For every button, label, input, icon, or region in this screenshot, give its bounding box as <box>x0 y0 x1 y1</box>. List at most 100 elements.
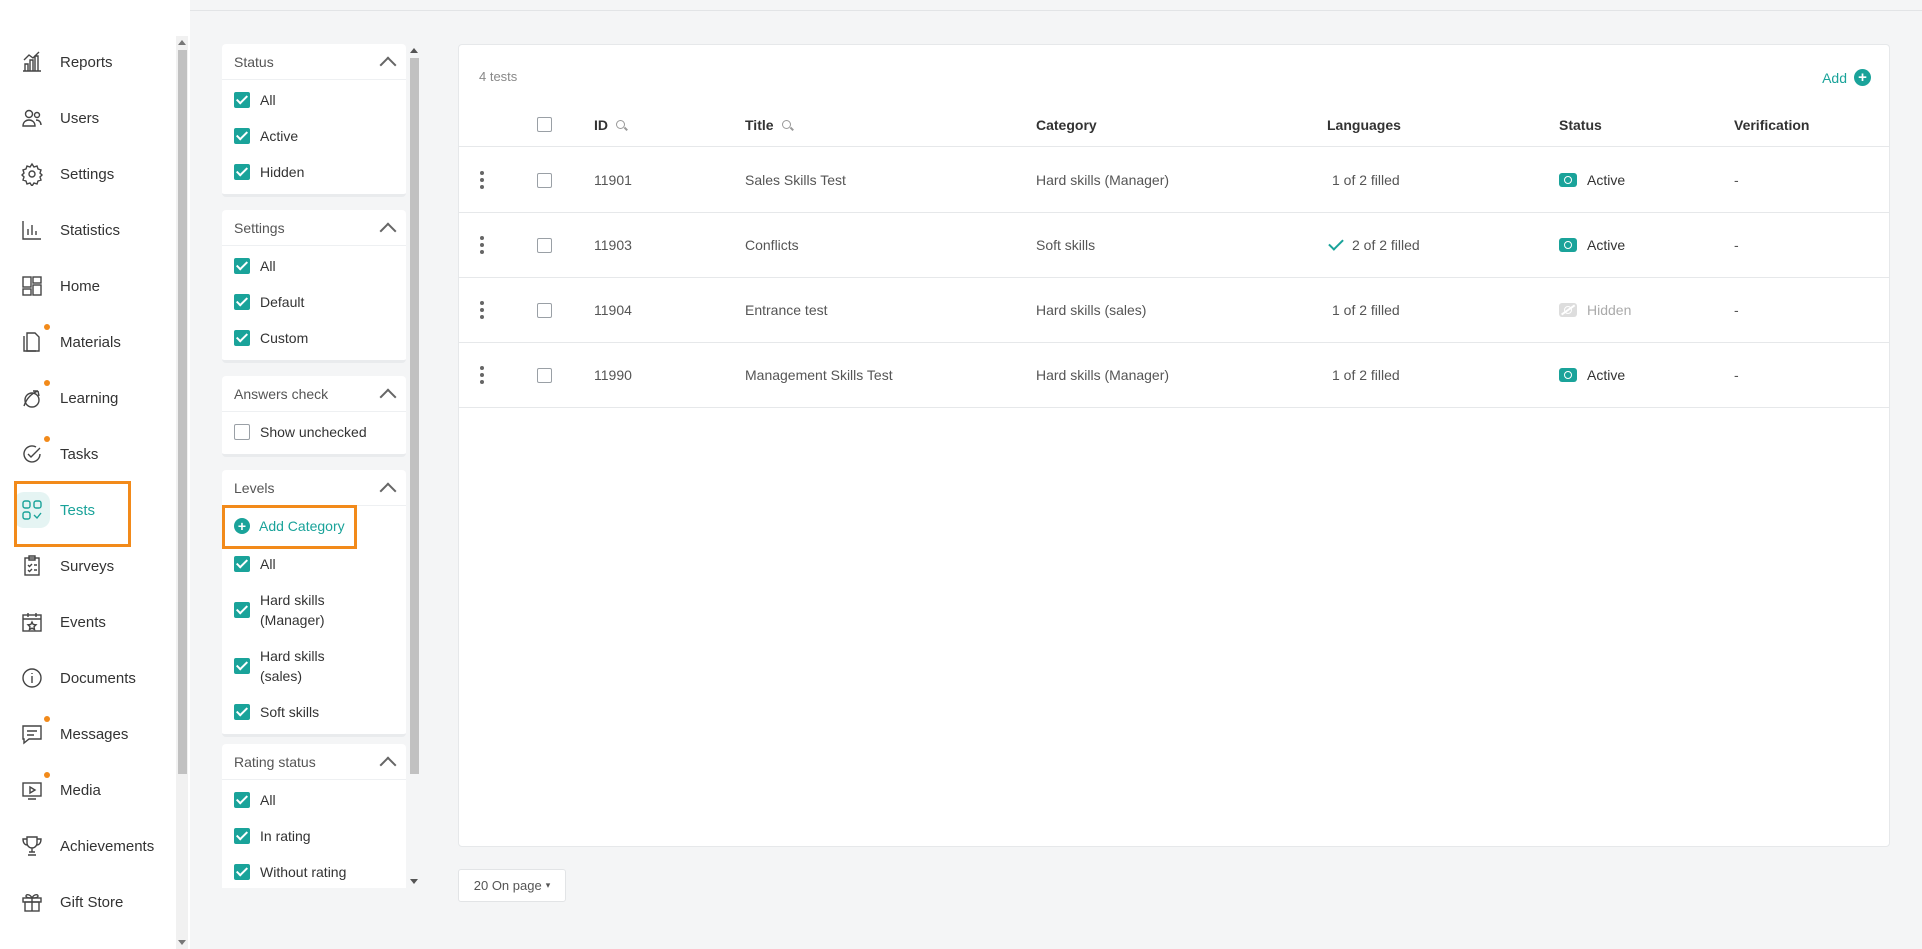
filter-option[interactable]: All <box>222 82 406 118</box>
table-header: ID Title Category Languages Status Verif… <box>459 103 1889 147</box>
column-header-title[interactable]: Title <box>745 103 791 146</box>
checkbox-checked[interactable] <box>234 658 250 674</box>
row-checkbox[interactable] <box>537 367 552 383</box>
row-checkbox[interactable] <box>537 237 552 253</box>
filter-option-label: All <box>260 792 276 808</box>
column-header-id[interactable]: ID <box>594 103 625 146</box>
filter-header[interactable]: Levels <box>222 470 406 506</box>
row-menu-icon[interactable] <box>477 236 487 254</box>
chevron-up-icon[interactable] <box>379 222 397 239</box>
checkbox-checked[interactable] <box>234 92 250 108</box>
sidebar-item-tasks[interactable]: Tasks <box>14 430 174 478</box>
row-title[interactable]: Management Skills Test <box>745 343 893 407</box>
table-row[interactable]: 11901 Sales Skills Test Hard skills (Man… <box>459 148 1889 213</box>
sidebar-item-media[interactable]: Media <box>14 766 174 814</box>
filter-option-label: All <box>260 92 276 108</box>
checkbox-checked[interactable] <box>234 828 250 844</box>
checkbox-unchecked[interactable] <box>234 424 250 440</box>
sidebar-item-documents[interactable]: Documents <box>14 654 174 702</box>
sidebar-item-learning[interactable]: Learning <box>14 374 174 422</box>
filter-header[interactable]: Settings <box>222 210 406 246</box>
select-all-checkbox[interactable] <box>537 117 552 132</box>
sidebar-item-settings[interactable]: Settings <box>14 150 174 198</box>
sidebar-item-users[interactable]: Users <box>14 94 174 142</box>
statistics-icon <box>14 212 50 248</box>
sidebar-item-home[interactable]: Home <box>14 262 174 310</box>
notification-dot <box>44 324 50 330</box>
sidebar-item-reports[interactable]: Reports <box>14 38 174 86</box>
checkbox-checked[interactable] <box>234 556 250 572</box>
sidebar-item-gift-store[interactable]: Gift Store <box>14 878 174 926</box>
row-status[interactable]: Active <box>1559 148 1625 212</box>
scrollbar-thumb[interactable] <box>410 58 419 774</box>
row-title[interactable]: Sales Skills Test <box>745 148 846 212</box>
filter-option[interactable]: Without rating <box>222 854 406 888</box>
scroll-up-arrow-icon[interactable] <box>178 40 186 45</box>
row-status[interactable]: Active <box>1559 213 1625 277</box>
row-checkbox[interactable] <box>537 172 552 188</box>
filter-option[interactable]: All <box>222 782 406 818</box>
checkbox-checked[interactable] <box>234 330 250 346</box>
row-checkbox[interactable] <box>537 302 552 318</box>
filter-option[interactable]: Default <box>222 284 406 320</box>
filter-header[interactable]: Status <box>222 44 406 80</box>
notification-dot <box>44 380 50 386</box>
filter-option[interactable]: Soft skills <box>222 694 406 730</box>
page-size-dropdown[interactable]: 20 On page ▾ <box>458 869 566 902</box>
filter-option[interactable]: In rating <box>222 818 406 854</box>
sidebar-item-label: Home <box>60 277 101 295</box>
chevron-up-icon[interactable] <box>379 388 397 405</box>
checkbox-checked[interactable] <box>234 294 250 310</box>
filter-option[interactable]: Hard skills (Manager) <box>222 582 406 638</box>
sidebar-item-messages[interactable]: Messages <box>14 710 174 758</box>
chevron-up-icon[interactable] <box>379 482 397 499</box>
row-menu-icon[interactable] <box>477 301 487 319</box>
checkbox-checked[interactable] <box>234 258 250 274</box>
filter-option[interactable]: Active <box>222 118 406 154</box>
row-title[interactable]: Entrance test <box>745 278 828 342</box>
sidebar-item-events[interactable]: Events <box>14 598 174 646</box>
scrollbar-thumb[interactable] <box>178 50 187 774</box>
chevron-up-icon[interactable] <box>379 756 397 773</box>
checkbox-checked[interactable] <box>234 164 250 180</box>
chevron-up-icon[interactable] <box>379 56 397 73</box>
sidebar-item-surveys[interactable]: Surveys <box>14 542 174 590</box>
status-label: Hidden <box>1587 302 1632 318</box>
search-icon[interactable] <box>781 120 791 129</box>
checkbox-checked[interactable] <box>234 128 250 144</box>
scroll-down-arrow-icon[interactable] <box>410 879 418 884</box>
filter-option[interactable]: Hidden <box>222 154 406 190</box>
checkbox-checked[interactable] <box>234 704 250 720</box>
row-menu-icon[interactable] <box>477 171 487 189</box>
add-test-button[interactable]: Add + <box>1822 69 1871 86</box>
filter-option[interactable]: All <box>222 248 406 284</box>
filter-option[interactable]: Hard skills (sales) <box>222 638 406 694</box>
sidebar-item-label: Documents <box>60 669 136 687</box>
row-status[interactable]: Hidden <box>1559 278 1631 342</box>
table-row[interactable]: 11903 Conflicts Soft skills 2 of 2 fille… <box>459 213 1889 278</box>
row-status[interactable]: Active <box>1559 343 1625 407</box>
table-row[interactable]: 11904 Entrance test Hard skills (sales) … <box>459 278 1889 343</box>
filter-option[interactable]: All <box>222 546 406 582</box>
table-row[interactable]: 11990 Management Skills Test Hard skills… <box>459 343 1889 408</box>
tests-table-card: 4 tests Add + ID Title Category Languages… <box>458 44 1890 847</box>
filter-option[interactable]: Custom <box>222 320 406 356</box>
checkbox-checked[interactable] <box>234 792 250 808</box>
sidebar-scrollbar[interactable] <box>176 36 188 949</box>
search-icon[interactable] <box>616 120 625 129</box>
filter-scrollbar[interactable] <box>408 44 420 888</box>
sidebar-item-materials[interactable]: Materials <box>14 318 174 366</box>
row-menu-icon[interactable] <box>477 366 487 384</box>
scroll-up-arrow-icon[interactable] <box>410 48 418 53</box>
sidebar-item-achievements[interactable]: Achievements <box>14 822 174 870</box>
filter-option[interactable]: Show unchecked <box>222 414 406 450</box>
filter-header[interactable]: Answers check <box>222 376 406 412</box>
media-icon <box>14 772 50 808</box>
scroll-down-arrow-icon[interactable] <box>178 940 186 945</box>
filter-header[interactable]: Rating status <box>222 744 406 780</box>
checkbox-checked[interactable] <box>234 864 250 880</box>
checkbox-checked[interactable] <box>234 602 250 618</box>
filter-option-label: In rating <box>260 828 311 844</box>
sidebar-item-statistics[interactable]: Statistics <box>14 206 174 254</box>
row-title[interactable]: Conflicts <box>745 213 799 277</box>
